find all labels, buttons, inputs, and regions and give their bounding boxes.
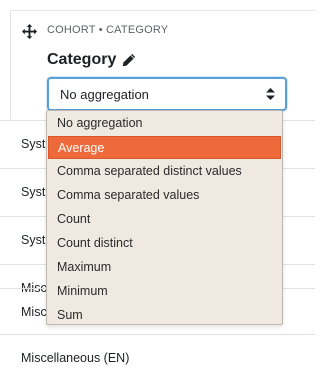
sort-caret-icon [266, 88, 275, 100]
option-comma-separated-distinct-values[interactable]: Comma separated distinct values [48, 160, 281, 183]
pencil-icon[interactable] [122, 53, 136, 67]
column-config-panel: COHORT • CATEGORY Category No aggregatio… [10, 10, 315, 119]
option-minimum[interactable]: Minimum [48, 280, 281, 303]
option-no-aggregation[interactable]: No aggregation [48, 112, 281, 135]
option-count-distinct[interactable]: Count distinct [48, 232, 281, 255]
aggregation-select-value: No aggregation [60, 87, 149, 102]
option-maximum[interactable]: Maximum [48, 256, 281, 279]
title-row: Category [47, 51, 136, 69]
row-label: Miscellaneous (EN) [21, 351, 130, 365]
row-label: Syst [21, 185, 46, 199]
row-label: Syst [21, 233, 46, 247]
column-title: Category [47, 51, 117, 68]
row-label: Syst [21, 137, 46, 151]
option-sum[interactable]: Sum [48, 304, 281, 327]
aggregation-select[interactable]: No aggregation [47, 77, 287, 111]
option-average[interactable]: Average [48, 136, 281, 159]
option-comma-separated-values[interactable]: Comma separated values [48, 184, 281, 207]
row-label: Misc [21, 305, 47, 319]
option-count[interactable]: Count [48, 208, 281, 231]
table-row: Miscellaneous (EN) [0, 334, 315, 379]
breadcrumb: COHORT • CATEGORY [47, 24, 169, 36]
aggregation-dropdown-list: No aggregation Average Comma separated d… [46, 110, 283, 325]
move-icon[interactable] [22, 24, 37, 39]
